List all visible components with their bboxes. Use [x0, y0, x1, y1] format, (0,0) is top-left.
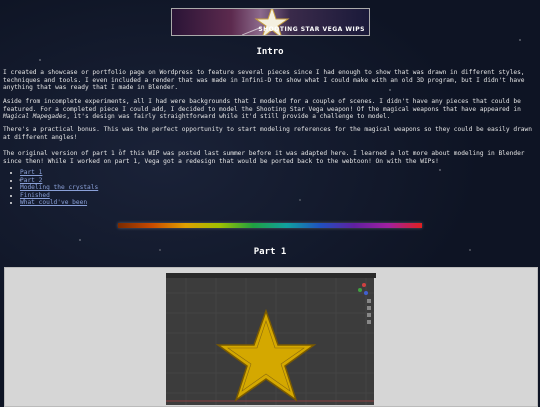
series-title: Magical Mapegades — [3, 113, 67, 121]
toc-list: Part 1 Part 2 Modeling the crystals Fini… — [12, 169, 98, 207]
star-model — [215, 308, 317, 402]
intro-heading: Intro — [256, 47, 284, 57]
toc-item: Finished — [20, 192, 98, 200]
toc-item: Part 1 — [20, 169, 98, 177]
toc-link-crystals[interactable]: Modeling the crystals — [20, 184, 98, 191]
intro-paragraph-3: There's a practical bonus. This was the … — [3, 126, 532, 141]
intro-paragraph-4: The original version of part 1 of this W… — [3, 150, 525, 165]
toc-link-finished[interactable]: Finished — [20, 192, 50, 199]
header-banner: SHOOTING STAR VEGA WIPS — [171, 8, 370, 36]
toc-link-what-couldve-been[interactable]: What could've been — [20, 199, 87, 206]
blender-screenshot — [166, 273, 376, 405]
toc-item: Modeling the crystals — [20, 184, 98, 192]
toc-item: Part 2 — [20, 177, 98, 185]
toc-link-part-2[interactable]: Part 2 — [20, 177, 42, 184]
viewport-drawing — [166, 278, 374, 405]
banner-title: SHOOTING STAR VEGA WIPS — [258, 26, 365, 33]
rainbow-divider — [118, 223, 422, 228]
intro-paragraph-1: I created a showcase or portfolio page o… — [3, 69, 525, 92]
toc-item: What could've been — [20, 199, 98, 207]
intro-paragraph-2: Aside from incomplete experiments, all I… — [3, 98, 521, 121]
part1-heading: Part 1 — [253, 247, 287, 257]
toc-link-part-1[interactable]: Part 1 — [20, 169, 42, 176]
